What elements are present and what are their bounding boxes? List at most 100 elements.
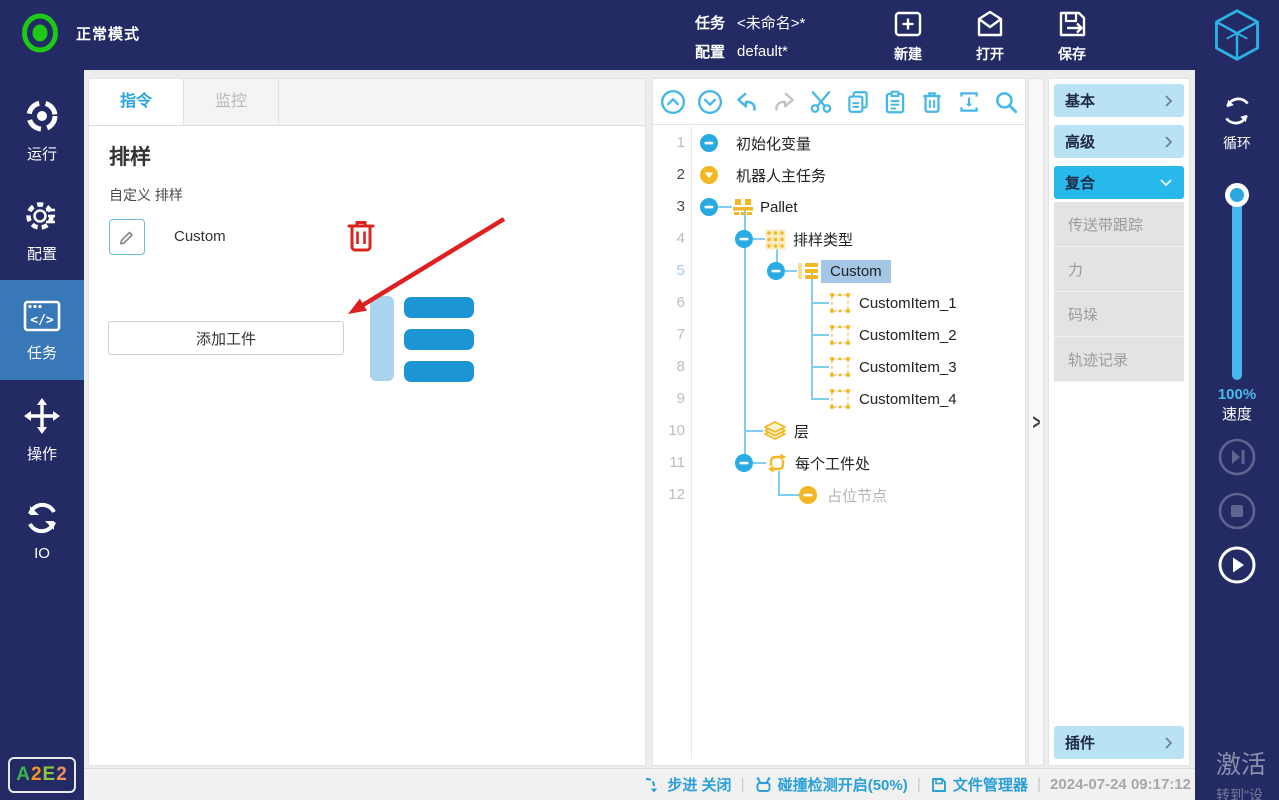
open-icon <box>972 6 1008 42</box>
chevron-down-icon <box>1159 178 1173 187</box>
custom-item-icon <box>829 356 851 378</box>
line-number: 9 <box>653 383 685 415</box>
mode-indicator-icon <box>20 13 60 53</box>
file-actions: 新建 打开 保存 <box>880 6 1100 64</box>
loop-toggle-button[interactable]: 循环 <box>1195 94 1279 153</box>
stop-button[interactable] <box>1218 492 1256 530</box>
layers-icon <box>763 420 787 442</box>
tree-row[interactable]: CustomItem_4 <box>829 383 957 415</box>
step-mode-status[interactable]: 步进 关闭 <box>644 774 731 795</box>
tree-row[interactable]: Pallet <box>700 191 798 223</box>
move-down-icon[interactable] <box>697 89 723 115</box>
collision-detection-status[interactable]: 碰撞检测开启(50%) <box>754 774 908 795</box>
custom-item-icon <box>829 324 851 346</box>
loop-icon <box>1219 94 1255 128</box>
page-subtitle: 自定义 排样 <box>109 185 183 205</box>
step-next-button[interactable] <box>1218 438 1256 476</box>
foreach-loop-icon <box>766 452 788 474</box>
pattern-preview-bar <box>370 296 394 381</box>
library-item-conveyor-tracking[interactable]: 传送带跟踪 <box>1054 202 1184 247</box>
page-title: 排样 <box>109 141 151 171</box>
sidebar-item-config[interactable]: 配置 <box>0 180 84 280</box>
tree-row[interactable]: 层 <box>763 415 809 447</box>
sidebar-item-io[interactable]: IO <box>0 480 84 580</box>
line-number: 4 <box>653 223 685 255</box>
app-window: 正常模式 任务 <未命名>* 配置 default* 新建 <box>0 0 1279 800</box>
annotation-arrow <box>89 79 645 479</box>
move-up-icon[interactable] <box>660 89 686 115</box>
line-number: 8 <box>653 351 685 383</box>
main-task-node-icon <box>700 166 718 184</box>
custom-item-icon <box>829 388 851 410</box>
chevron-right-icon <box>1164 736 1173 750</box>
tree-connector <box>778 494 799 496</box>
library-item-trajectory-record[interactable]: 轨迹记录 <box>1054 337 1184 382</box>
operate-icon <box>22 396 62 436</box>
play-button[interactable] <box>1218 546 1256 584</box>
tree-row selected[interactable]: Custom <box>767 255 891 287</box>
node-circle-icon <box>700 198 718 216</box>
file-manager-button[interactable]: 文件管理器 <box>930 774 1028 795</box>
line-number: 12 <box>653 479 685 511</box>
selected-node-label: Custom <box>821 260 891 283</box>
tree-row[interactable]: 机器人主任务 <box>700 159 826 191</box>
undo-icon[interactable] <box>734 89 760 115</box>
tree-row[interactable]: CustomItem_3 <box>829 351 957 383</box>
sidebar-item-operate[interactable]: 操作 <box>0 380 84 480</box>
pattern-type-icon <box>765 229 786 250</box>
copy-icon[interactable] <box>845 89 871 115</box>
redo-icon[interactable] <box>771 89 797 115</box>
open-button[interactable]: 打开 <box>962 6 1018 64</box>
line-number: 1 <box>653 127 685 159</box>
tree-connector <box>811 398 829 400</box>
tab-instruction[interactable]: 指令 <box>89 79 184 125</box>
save-icon <box>1054 6 1090 42</box>
save-button[interactable]: 保存 <box>1044 6 1100 64</box>
tree-row[interactable]: 每个工件处 <box>735 447 870 479</box>
main-content: 指令 监控 排样 自定义 排样 Custom 添加工件 <box>84 70 1195 800</box>
library-item-palletizing[interactable]: 码垛 <box>1054 292 1184 337</box>
library-item-force[interactable]: 力 <box>1054 247 1184 292</box>
rename-pattern-button[interactable] <box>109 219 145 255</box>
run-icon <box>22 96 62 136</box>
speed-slider-handle[interactable] <box>1225 183 1249 207</box>
custom-pattern-icon <box>797 260 819 282</box>
pattern-preview-item <box>404 297 474 318</box>
instruction-form-panel: 指令 监控 排样 自定义 排样 Custom 添加工件 <box>88 78 646 766</box>
robot-id-badge[interactable]: A 2 E 2 <box>8 757 76 793</box>
library-group-composite[interactable]: 复合 <box>1054 166 1184 199</box>
speed-slider-track[interactable] <box>1232 195 1242 380</box>
svg-text:</>: </> <box>30 313 54 328</box>
tree-row[interactable]: 排样类型 <box>735 223 853 255</box>
program-tree: 1 2 3 4 5 6 7 8 9 10 11 12 <box>653 125 1025 765</box>
panel-tabs: 指令 监控 <box>89 79 645 126</box>
minus-node-blue-icon <box>700 134 718 152</box>
tree-row[interactable]: 初始化变量 <box>700 127 811 159</box>
new-button[interactable]: 新建 <box>880 6 936 64</box>
minus-node-yellow-icon <box>799 486 817 504</box>
config-name: default* <box>737 43 788 60</box>
pattern-preview-item <box>404 361 474 382</box>
paste-icon[interactable] <box>882 89 908 115</box>
top-bar: 正常模式 任务 <未命名>* 配置 default* 新建 <box>0 0 1279 70</box>
search-icon[interactable] <box>993 89 1019 115</box>
sidebar-item-run[interactable]: 运行 <box>0 80 84 180</box>
project-info: 任务 <未命名>* 配置 default* <box>695 9 805 67</box>
pattern-preview-item <box>404 329 474 350</box>
tree-row[interactable]: CustomItem_1 <box>829 287 957 319</box>
expand-panel-handle[interactable]: > <box>1028 78 1044 766</box>
library-group-basic[interactable]: 基本 <box>1054 84 1184 117</box>
insert-icon[interactable] <box>956 89 982 115</box>
library-group-plugin[interactable]: 插件 <box>1054 726 1184 759</box>
library-group-advanced[interactable]: 高级 <box>1054 125 1184 158</box>
add-workpiece-button[interactable]: 添加工件 <box>108 321 344 355</box>
tree-row[interactable]: CustomItem_2 <box>829 319 957 351</box>
sidebar-item-task[interactable]: </> 任务 <box>0 280 84 380</box>
chevron-right-icon <box>1164 94 1173 108</box>
tree-row[interactable]: 占位节点 <box>799 479 887 511</box>
delete-pattern-button[interactable] <box>345 218 377 254</box>
tab-monitor[interactable]: 监控 <box>184 79 279 125</box>
line-number: 5 <box>653 255 685 287</box>
delete-icon[interactable] <box>919 89 945 115</box>
cut-icon[interactable] <box>808 89 834 115</box>
